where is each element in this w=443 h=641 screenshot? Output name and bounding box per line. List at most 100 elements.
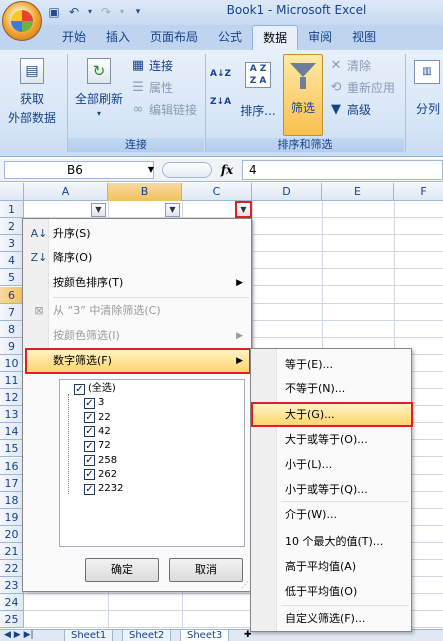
refresh-all-button[interactable]: ↻ 全部刷新 ▾: [70, 54, 128, 134]
name-box[interactable]: B6: [4, 161, 154, 179]
row-header-20[interactable]: 20: [0, 526, 24, 543]
tab-insert[interactable]: 插入: [96, 25, 140, 50]
row-header-14[interactable]: 14: [0, 423, 24, 440]
row-header-11[interactable]: 11: [0, 372, 24, 389]
insert-function-button[interactable]: fx: [214, 161, 240, 179]
sort-button[interactable]: A ZZ A 排序...: [240, 56, 276, 134]
reapply-button[interactable]: ⟲ 重新应用: [328, 78, 395, 98]
filter-button[interactable]: 筛选: [283, 54, 323, 136]
column-header-a[interactable]: A: [24, 183, 108, 201]
sort-a-to-z-button[interactable]: A↓Z: [210, 64, 231, 84]
sheet-nav-arrows[interactable]: ◀ ▶ ▶|: [4, 630, 34, 640]
select-all-corner[interactable]: [0, 183, 24, 201]
checklist-item[interactable]: ✓ 72: [84, 439, 111, 453]
ok-button[interactable]: 确定: [85, 558, 159, 582]
row-header-25[interactable]: 25: [0, 611, 24, 628]
checkbox-checked-icon[interactable]: ✓: [84, 483, 95, 495]
row-header-5[interactable]: 5: [0, 269, 24, 286]
row-header-21[interactable]: 21: [0, 543, 24, 560]
checkbox-checked-icon[interactable]: ✓: [84, 440, 95, 452]
row-header-3[interactable]: 3: [0, 235, 24, 252]
row-header-19[interactable]: 19: [0, 509, 24, 526]
sheet-tab-2[interactable]: Sheet2: [122, 630, 172, 641]
tab-page-layout[interactable]: 页面布局: [140, 25, 208, 50]
menu-item-number-filters[interactable]: 数字筛选(F) ▶: [25, 348, 251, 374]
column-header-b[interactable]: B: [108, 183, 182, 201]
tab-formulas[interactable]: 公式: [208, 25, 252, 50]
checkbox-checked-icon[interactable]: ✓: [84, 469, 95, 481]
autofilter-button-c[interactable]: ▼: [235, 201, 252, 218]
checkbox-checked-icon[interactable]: ✓: [84, 412, 95, 424]
submenu-item-less-than[interactable]: 小于(L)...: [253, 453, 411, 476]
column-header-c[interactable]: C: [182, 183, 252, 201]
text-to-columns-button[interactable]: ▥ 分列: [410, 56, 443, 134]
submenu-item-greater-or-equal[interactable]: 大于或等于(O)...: [253, 428, 411, 451]
formula-input[interactable]: 4: [242, 160, 443, 180]
properties-button[interactable]: ☰ 属性: [130, 78, 173, 98]
menu-item-sort-descending[interactable]: Z↓ 降序(O): [27, 247, 249, 269]
menu-item-filter-by-color[interactable]: 按颜色筛选(I) ▶: [27, 325, 249, 347]
row-header-23[interactable]: 23: [0, 577, 24, 594]
row-header-13[interactable]: 13: [0, 406, 24, 423]
sheet-tab-3[interactable]: Sheet3: [180, 630, 230, 641]
checklist-item[interactable]: ✓ 42: [84, 425, 111, 439]
sheet-tab-1[interactable]: Sheet1: [64, 630, 114, 641]
row-header-6[interactable]: 6: [0, 287, 24, 304]
menu-item-clear-filter[interactable]: ⊠ 从 “3” 中清除筛选(C): [27, 300, 249, 322]
menu-item-sort-ascending[interactable]: A↓ 升序(S): [27, 223, 249, 245]
checklist-item[interactable]: ✓ 258: [84, 454, 117, 468]
checkbox-checked-icon[interactable]: ✓: [84, 397, 95, 409]
checklist-item[interactable]: ✓ 3: [84, 396, 104, 410]
row-header-24[interactable]: 24: [0, 594, 24, 611]
clear-button[interactable]: ✕ 清除: [328, 56, 371, 76]
submenu-item-between[interactable]: 介于(W)...: [253, 503, 411, 526]
checkbox-checked-icon[interactable]: ✓: [84, 455, 95, 466]
autofilter-button-a[interactable]: ▼: [91, 203, 106, 217]
resize-grip-icon[interactable]: ⋰: [241, 581, 249, 589]
row-header-8[interactable]: 8: [0, 321, 24, 338]
checkbox-checked-icon[interactable]: ✓: [74, 383, 85, 395]
sort-z-to-a-button[interactable]: Z↓A: [210, 92, 231, 112]
submenu-item-equals[interactable]: 等于(E)...: [253, 353, 411, 376]
tab-view[interactable]: 视图: [342, 25, 386, 50]
submenu-item-above-average[interactable]: 高于平均值(A): [253, 555, 411, 578]
row-header-18[interactable]: 18: [0, 492, 24, 509]
row-header-22[interactable]: 22: [0, 560, 24, 577]
filter-value-checklist[interactable]: ✓ (全选) ✓ 3 ✓ 22 ✓ 42 ✓ 72 ✓ 258 ✓ 262 ✓ 2232: [59, 379, 245, 547]
row-header-17[interactable]: 17: [0, 475, 24, 492]
name-box-dropdown-icon[interactable]: ▼: [146, 161, 156, 179]
connections-button[interactable]: ▦ 连接: [130, 56, 173, 76]
checkbox-checked-icon[interactable]: ✓: [84, 426, 95, 438]
column-header-d[interactable]: D: [252, 183, 322, 201]
get-external-data-button[interactable]: ▤ 获取 外部数据: [4, 54, 60, 134]
formula-bar-grip[interactable]: [162, 162, 212, 178]
row-header-10[interactable]: 10: [0, 355, 24, 372]
submenu-item-custom-filter[interactable]: 自定义筛选(F)...: [253, 607, 411, 630]
advanced-button[interactable]: ▼ 高级: [328, 100, 371, 120]
row-header-4[interactable]: 4: [0, 252, 24, 269]
menu-item-sort-by-color[interactable]: 按颜色排序(T) ▶: [27, 272, 249, 294]
checklist-item[interactable]: ✓ 262: [84, 468, 117, 482]
submenu-item-less-or-equal[interactable]: 小于或等于(Q)...: [253, 478, 411, 501]
column-header-e[interactable]: E: [322, 183, 394, 201]
submenu-item-top-10[interactable]: 10 个最大的值(T)...: [253, 530, 411, 553]
row-header-1[interactable]: 1: [0, 201, 24, 218]
checklist-item[interactable]: ✓ 2232: [84, 482, 123, 496]
submenu-item-below-average[interactable]: 低于平均值(O): [253, 580, 411, 603]
office-button[interactable]: [2, 1, 42, 41]
checklist-item[interactable]: ✓ (全选): [74, 382, 116, 396]
tab-home[interactable]: 开始: [52, 25, 96, 50]
column-header-f[interactable]: F: [394, 183, 443, 201]
row-header-9[interactable]: 9: [0, 338, 24, 355]
row-header-16[interactable]: 16: [0, 458, 24, 475]
tab-data[interactable]: 数据: [252, 25, 299, 50]
submenu-item-not-equals[interactable]: 不等于(N)...: [253, 377, 411, 400]
cancel-button[interactable]: 取消: [169, 558, 243, 582]
submenu-item-greater-than[interactable]: 大于(G)...: [251, 402, 413, 427]
row-header-7[interactable]: 7: [0, 304, 24, 321]
row-header-15[interactable]: 15: [0, 440, 24, 457]
tab-review[interactable]: 审阅: [298, 25, 342, 50]
row-header-2[interactable]: 2: [0, 218, 24, 235]
autofilter-button-b[interactable]: ▼: [165, 203, 180, 217]
edit-links-button[interactable]: ∞ 编辑链接: [130, 100, 197, 120]
